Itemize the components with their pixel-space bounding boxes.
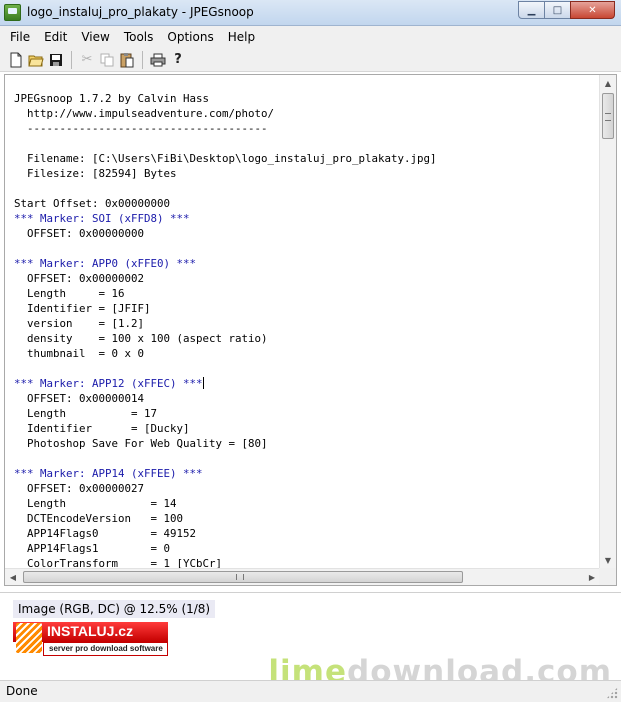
paste-icon (120, 52, 134, 67)
log-line: OFFSET: 0x00000014 (14, 392, 145, 405)
text-cursor (202, 377, 204, 389)
help-button[interactable]: ? (168, 50, 188, 70)
open-folder-icon (28, 55, 44, 66)
menu-options[interactable]: Options (160, 30, 220, 44)
log-marker-line: *** Marker: APP0 (xFFE0) *** (14, 257, 197, 270)
menu-edit[interactable]: Edit (37, 30, 74, 44)
scroll-down-arrow-icon[interactable]: ▼ (600, 552, 616, 569)
resize-grip-icon[interactable] (606, 687, 618, 699)
log-line: density = 100 x 100 (aspect ratio) (14, 332, 268, 345)
log-marker-line: *** Marker: APP14 (xFFEE) *** (14, 467, 203, 480)
cut-icon: ✂ (81, 52, 93, 67)
horizontal-scrollbar[interactable]: ◀ ▶ (5, 568, 600, 585)
log-line: JPEGsnoop 1.7.2 by Calvin Hass (14, 92, 210, 105)
log-line: version = [1.2] (14, 317, 145, 330)
title-bar[interactable]: logo_instaluj_pro_plakaty - JPEGsnoop ▁ … (0, 0, 621, 26)
vertical-scroll-thumb[interactable] (602, 93, 614, 139)
menu-bar: File Edit View Tools Options Help (0, 26, 621, 48)
image-preview-pane[interactable]: Image (RGB, DC) @ 12.5% (1/8) INSTALUJ.c… (0, 592, 621, 690)
log-line: OFFSET: 0x00000002 (14, 272, 145, 285)
maximize-button[interactable]: □ (544, 1, 571, 19)
log-line: Length = 16 (14, 287, 125, 300)
new-doc-icon (10, 52, 22, 67)
log-line: Filename: [C:\Users\FiBi\Desktop\logo_in… (14, 152, 437, 165)
log-line: APP14Flags1 = 0 (14, 542, 171, 555)
preview-image-logo: INSTALUJ.cz server pro download software (13, 622, 168, 656)
log-line: OFFSET: 0x00000000 (14, 227, 145, 240)
window-title: logo_instaluj_pro_plakaty - JPEGsnoop (27, 5, 254, 19)
image-caption: Image (RGB, DC) @ 12.5% (1/8) (13, 600, 216, 618)
status-bar: Done (0, 680, 621, 702)
scroll-up-arrow-icon[interactable]: ▲ (600, 75, 616, 92)
log-line: Length = 17 (14, 407, 158, 420)
log-marker-line: *** Marker: APP12 (xFFEC) *** (14, 377, 204, 390)
minimize-button[interactable]: ▁ (518, 1, 545, 19)
log-line: http://www.impulseadventure.com/photo/ (14, 107, 275, 120)
minimize-icon: ▁ (527, 4, 536, 16)
log-line: APP14Flags0 = 49152 (14, 527, 197, 540)
menu-help[interactable]: Help (221, 30, 262, 44)
window-controls: ▁ □ ✕ (518, 1, 615, 19)
log-marker-line: *** Marker: SOI (xFFD8) *** (14, 212, 190, 225)
jpegsnoop-app-icon[interactable] (4, 4, 21, 21)
close-icon: ✕ (588, 4, 597, 16)
log-line: Identifier = [JFIF] (14, 302, 151, 315)
paste-button[interactable] (117, 50, 137, 70)
toolbar-separator (142, 50, 143, 69)
log-line: thumbnail = 0 x 0 (14, 347, 145, 360)
log-line: DCTEncodeVersion = 100 (14, 512, 184, 525)
scrollbar-corner (599, 568, 616, 585)
save-button[interactable] (46, 50, 66, 70)
scroll-left-arrow-icon[interactable]: ◀ (5, 569, 21, 585)
open-button[interactable] (26, 50, 46, 70)
scroll-right-arrow-icon[interactable]: ▶ (584, 569, 600, 585)
logo-stripes-icon (16, 623, 42, 653)
close-button[interactable]: ✕ (570, 1, 615, 19)
log-line: Identifier = [Ducky] (14, 422, 190, 435)
horizontal-scroll-thumb[interactable] (23, 571, 463, 583)
save-disk-icon (50, 53, 62, 66)
help-icon: ? (174, 52, 182, 67)
menu-file[interactable]: File (3, 30, 37, 44)
status-text: Done (6, 684, 38, 698)
log-line: Start Offset: 0x00000000 (14, 197, 171, 210)
log-text[interactable]: JPEGsnoop 1.7.2 by Calvin Hass http://ww… (14, 91, 437, 571)
copy-icon (100, 53, 114, 66)
log-line: Length = 14 (14, 497, 177, 510)
log-line: Filesize: [82594] Bytes (14, 167, 177, 180)
log-line: Photoshop Save For Web Quality = [80] (14, 437, 268, 450)
new-button[interactable] (6, 50, 26, 70)
vertical-scrollbar[interactable]: ▲ ▼ (599, 75, 616, 569)
print-icon (150, 53, 166, 66)
menu-view[interactable]: View (74, 30, 116, 44)
log-output-pane[interactable]: JPEGsnoop 1.7.2 by Calvin Hass http://ww… (4, 74, 617, 586)
cut-button[interactable]: ✂ (77, 50, 97, 70)
copy-button[interactable] (97, 50, 117, 70)
print-button[interactable] (148, 50, 168, 70)
log-line: ------------------------------------- (14, 122, 268, 135)
menu-tools[interactable]: Tools (117, 30, 161, 44)
log-line: OFFSET: 0x00000027 (14, 482, 145, 495)
logo-name: INSTALUJ.cz (47, 623, 134, 639)
toolbar-separator (71, 50, 72, 69)
toolbar: ✂ ? (0, 48, 621, 72)
maximize-icon: □ (552, 4, 563, 16)
logo-tagline: server pro download software (43, 642, 168, 656)
